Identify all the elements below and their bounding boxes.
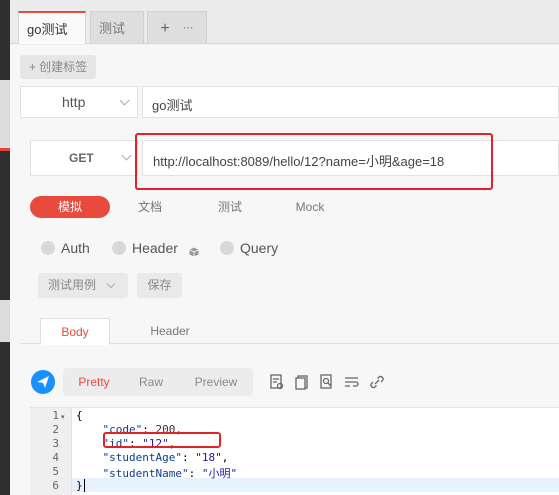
- testcase-label: 测试用例: [48, 278, 97, 292]
- code-text: }: [76, 479, 83, 492]
- id-highlight-annotation: [103, 432, 221, 448]
- link-icon[interactable]: [368, 373, 386, 391]
- protocol-select[interactable]: http: [20, 86, 138, 118]
- json-value: "小明": [201, 467, 238, 480]
- search-doc-icon[interactable]: [318, 373, 336, 391]
- header-label: Header: [132, 240, 178, 256]
- create-tag-button[interactable]: + 创建标签: [20, 55, 96, 79]
- tab-body[interactable]: Body: [40, 318, 110, 345]
- chevron-down-icon: [121, 150, 132, 161]
- send-button[interactable]: [31, 370, 55, 394]
- response-tabs: Body Header: [20, 314, 559, 345]
- protocol-value: http: [62, 94, 86, 110]
- json-key: "studentAge": [102, 451, 182, 464]
- subtab-mock-run[interactable]: 模拟: [30, 196, 110, 218]
- format-pretty[interactable]: Pretty: [63, 368, 125, 396]
- line-number: 1: [52, 409, 59, 422]
- format-raw[interactable]: Raw: [125, 368, 177, 396]
- tab-label: go测试: [27, 22, 68, 37]
- tab-actions: + ···: [147, 11, 207, 44]
- subtab-docs[interactable]: 文档: [118, 196, 182, 218]
- json-key: "studentName": [102, 467, 189, 480]
- request-name-field[interactable]: go测试: [142, 86, 559, 118]
- left-edge-panel: [0, 0, 10, 495]
- url-highlight-annotation: [135, 133, 493, 190]
- tab-test[interactable]: 测试: [90, 11, 144, 44]
- response-toolbar: [268, 373, 386, 393]
- format-switcher: Pretty Raw Preview: [63, 368, 253, 396]
- send-icon: [37, 376, 49, 388]
- code-line: {: [76, 409, 83, 422]
- line-number: 5: [52, 465, 59, 478]
- edge-light-segment: [0, 300, 10, 342]
- subtab-mock[interactable]: Mock: [278, 196, 342, 218]
- line-number: 4: [52, 451, 59, 464]
- request-name: go测试: [152, 98, 193, 113]
- text-cursor: [83, 479, 85, 492]
- copy-icon[interactable]: [293, 373, 311, 391]
- line-number: 2: [52, 423, 59, 436]
- tab-bar: go测试 测试 + ···: [10, 0, 559, 44]
- json-end: ,: [221, 451, 229, 464]
- format-preview[interactable]: Preview: [181, 368, 251, 396]
- auth-label: Auth: [61, 240, 90, 256]
- more-tabs-button[interactable]: ···: [183, 12, 194, 45]
- testcase-dropdown[interactable]: 测试用例: [38, 273, 128, 298]
- code-line: "studentAge": "18",: [76, 451, 229, 464]
- json-sep: :: [188, 467, 202, 480]
- add-tab-button[interactable]: +: [160, 12, 169, 45]
- cube-icon: [189, 244, 199, 257]
- code-text: {: [76, 409, 83, 422]
- chevron-down-icon: [106, 279, 116, 289]
- code-line: }: [76, 479, 85, 492]
- query-label: Query: [240, 240, 279, 256]
- method-select[interactable]: GET: [30, 140, 138, 176]
- tab-header[interactable]: Header: [130, 318, 210, 344]
- line-number: 3: [52, 437, 59, 450]
- method-value: GET: [69, 151, 94, 165]
- tab-go-test[interactable]: go测试: [18, 11, 86, 44]
- tab-label: 测试: [99, 21, 126, 36]
- wrap-lines-icon[interactable]: [343, 373, 361, 391]
- query-radio[interactable]: [220, 241, 234, 255]
- header-radio[interactable]: [112, 241, 126, 255]
- response-body-editor[interactable]: 1 ▾ 2 3 4 5 6 { "code": 200, "id": "12",…: [30, 407, 559, 495]
- subtab-test[interactable]: 测试: [198, 196, 262, 218]
- edge-red-marker: [0, 148, 10, 151]
- fold-toggle-icon[interactable]: ▾: [61, 413, 65, 421]
- json-value: "18": [195, 451, 222, 464]
- document-search-icon[interactable]: [268, 373, 286, 391]
- line-number: 6: [52, 479, 59, 492]
- chevron-down-icon: [119, 95, 130, 106]
- code-line: "studentName": "小明": [76, 465, 238, 481]
- json-sep: :: [181, 451, 196, 464]
- auth-radio[interactable]: [41, 241, 55, 255]
- save-button[interactable]: 保存: [137, 273, 182, 298]
- edge-light-segment: [0, 80, 10, 150]
